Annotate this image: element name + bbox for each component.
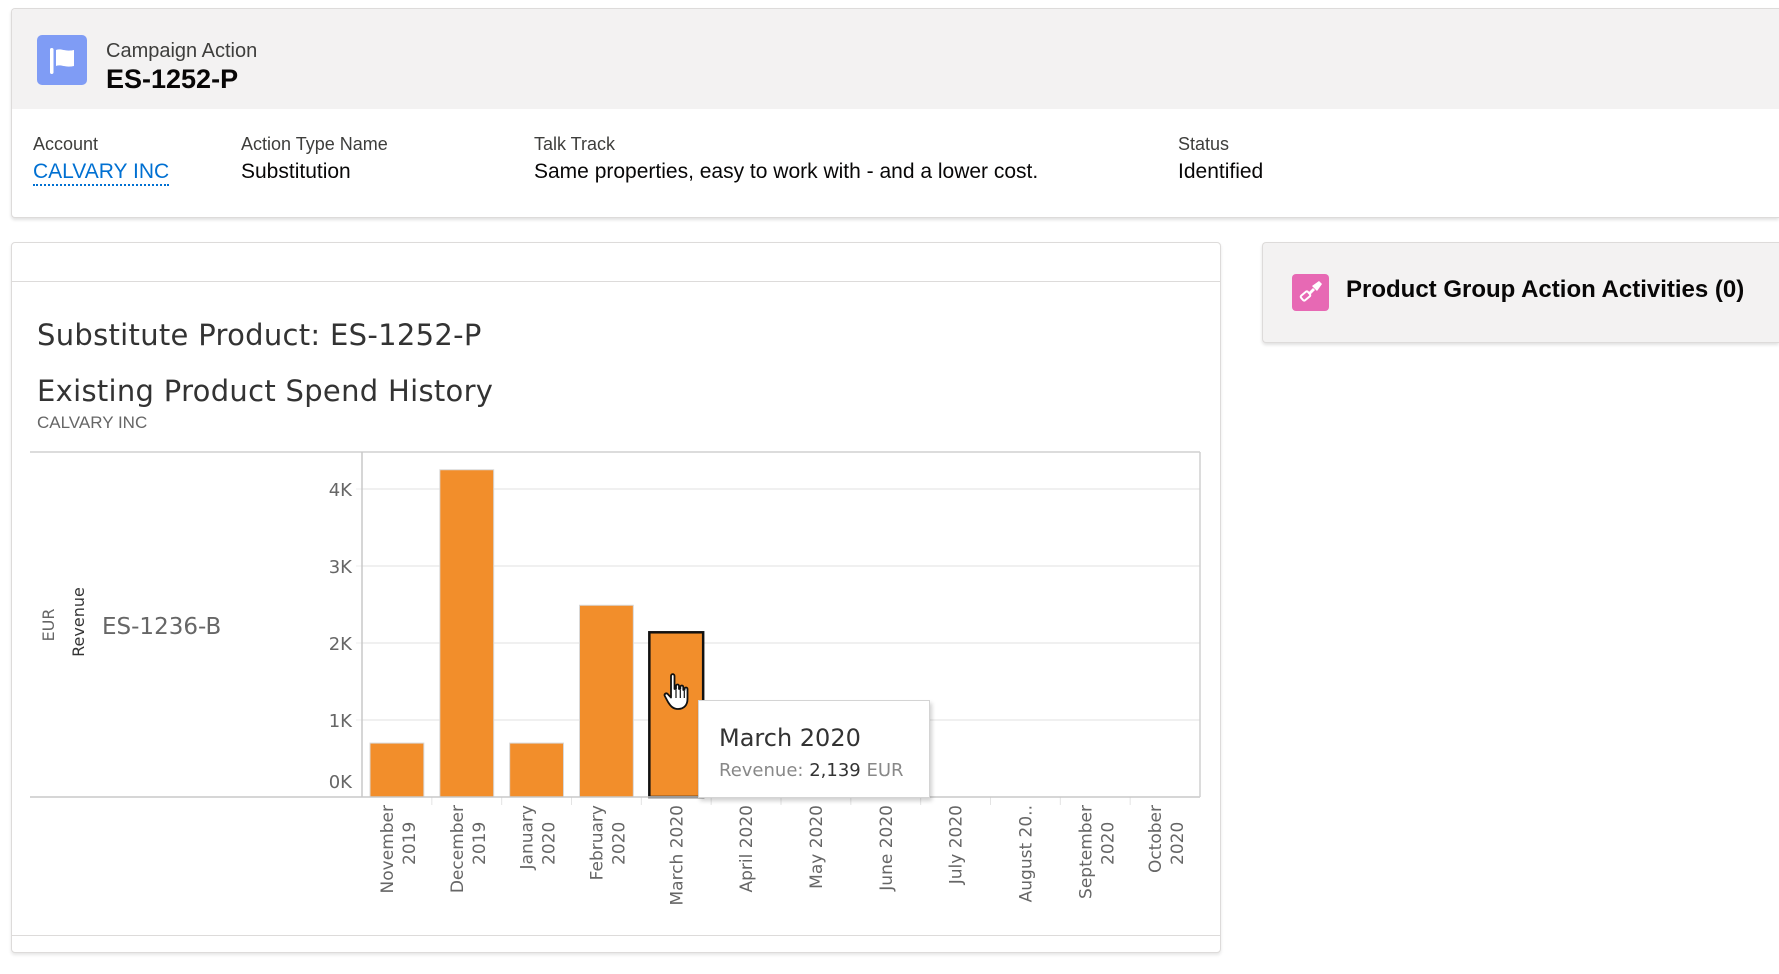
hand-cursor-icon (663, 673, 689, 710)
y-tick-label: 4K (329, 480, 353, 501)
tooltip-value: 2,139 (809, 760, 861, 781)
tooltip-label: Revenue: (719, 760, 810, 781)
x-tick-label: March 2020 (667, 805, 687, 906)
x-tick-label: May 2020 (807, 805, 827, 889)
x-tick-label: August 20.. (1016, 805, 1036, 902)
bar[interactable] (439, 469, 495, 798)
row-header-label: ES-1236-B (102, 614, 221, 640)
tooltip-revenue: Revenue: 2,139 EUR (719, 760, 904, 781)
x-tick-label: 2020 (1168, 822, 1188, 865)
y-tick-label: 1K (329, 711, 353, 732)
bar[interactable] (509, 742, 564, 798)
x-tick-label: December (448, 805, 468, 893)
y-axis-label: Revenue (69, 587, 88, 657)
y-axis-unit: EUR (39, 609, 58, 642)
related-list-card: Product Group Action Activities (0) (1262, 242, 1779, 343)
x-tick-label: July 2020 (947, 805, 967, 885)
x-tick-label: October (1146, 805, 1166, 873)
x-tick-label: February (587, 805, 607, 880)
chart-tooltip: March 2020 Revenue: 2,139 EUR (698, 700, 930, 798)
x-tick-label: 2019 (400, 822, 420, 865)
x-tick-label: 2020 (540, 822, 560, 865)
x-tick-label: April 2020 (737, 805, 757, 893)
y-tick-label: 2K (329, 634, 353, 655)
x-tick-label: 2019 (470, 822, 490, 865)
x-tick-label: 2020 (1098, 822, 1118, 865)
x-tick-label: June 2020 (877, 805, 897, 892)
bar[interactable] (648, 631, 705, 799)
y-tick-label: 3K (329, 557, 353, 578)
related-list-title[interactable]: Product Group Action Activities (0) (1346, 276, 1744, 304)
tooltip-title: March 2020 (719, 724, 861, 752)
bar[interactable] (369, 742, 425, 798)
spend-history-chart: 0K1K2K3K4KNovember 2019 December 2019 Januar… (30, 451, 1201, 906)
tooltip-unit: EUR (860, 760, 904, 781)
x-tick-label: 2020 (609, 822, 629, 865)
bar[interactable] (579, 604, 634, 798)
x-tick-label: January (518, 805, 538, 870)
x-tick-label: November (378, 805, 398, 893)
x-tick-label: September (1076, 805, 1096, 899)
flashlight-icon (1292, 274, 1329, 311)
y-tick-label: 0K (329, 772, 353, 793)
